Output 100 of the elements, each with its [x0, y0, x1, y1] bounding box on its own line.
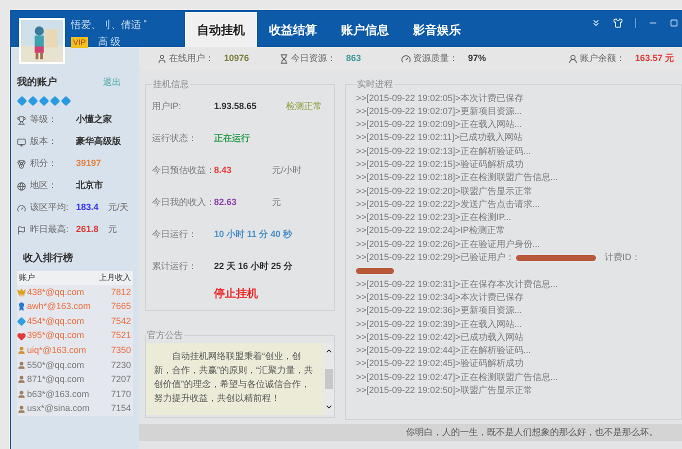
field-value: 82.63 [214, 196, 238, 209]
ranking-title: 收入排行榜 [23, 252, 74, 266]
field-value: 小懂之家 [76, 113, 112, 126]
stat-value: 97% [468, 52, 486, 65]
field-label: 该区平均: [30, 201, 70, 214]
skin-icon[interactable] [613, 18, 623, 28]
field-label: 运行状态： [152, 132, 198, 145]
account-cell-text: uiq*@163.com [27, 344, 88, 357]
tab[interactable]: 账户信息 [329, 12, 401, 47]
field-label: 等级： [30, 113, 58, 126]
flag-icon [17, 226, 26, 234]
gauge-icon [401, 54, 411, 64]
stat-label: 在线用户： [169, 52, 214, 65]
log-line: >>[2015-09-22 19:02:31]>正在保存本次计费信息... [356, 278, 559, 291]
field-value: 10 小时 11 分 40 秒 [214, 228, 292, 241]
log-line: >>[2015-09-22 19:02:39]>正在载入网站... [356, 318, 523, 331]
account-cell-text: 550*@qq.com [27, 358, 86, 372]
stat-value: 863 [346, 52, 362, 65]
income-cell-text: 7154 [110, 402, 132, 416]
account-cell-text: 395*@qq.com [27, 329, 86, 342]
tab[interactable]: 收益结算 [257, 12, 329, 47]
log-line: >>[2015-09-22 19:02:20]>联盟广告显示正常 [356, 184, 534, 198]
stat-label: 资源质量： [413, 52, 458, 65]
rank-icon [17, 360, 26, 370]
income-cell-text: 7521 [110, 329, 132, 342]
column-header: 上月收入 [99, 272, 132, 284]
log-line: >>[2015-09-22 19:02:29]>已验证用户： [356, 251, 514, 264]
scrollbar[interactable] [324, 342, 334, 414]
medal-icon [17, 160, 26, 168]
field-value: 8.43 [214, 164, 233, 177]
field-label: 版本： [30, 135, 58, 148]
logout-link[interactable]: 退出 [103, 76, 121, 90]
ranking-row[interactable]: 871*@qq.com 7207 [17, 372, 133, 388]
field-value: 22 天 16 小时 25 分 [214, 260, 293, 273]
log-line: 计费ID： [604, 251, 640, 264]
globe-icon [17, 182, 26, 190]
unit-label: 元 [272, 196, 281, 209]
gauge-icon [17, 204, 26, 212]
stop-button[interactable]: 停止挂机 [214, 286, 258, 302]
stat-value: 163.57 元 [634, 52, 674, 65]
account-cell-text: 871*@qq.com [27, 373, 86, 386]
dropdown-icon[interactable] [591, 18, 601, 28]
unit-label: 元/小时 [272, 164, 302, 177]
field-label: 地区： [30, 179, 58, 192]
log-line: >>[2015-09-22 19:02:24]>IP检测正常 [356, 224, 506, 238]
log-line: >>[2015-09-22 19:02:45]>验证码解析成功 [356, 357, 524, 370]
user-icon [157, 54, 167, 64]
field-value: 豪华高级版 [76, 135, 121, 148]
account-cell-text: b63*@163.com [27, 388, 90, 401]
ranking-row[interactable]: 550*@qq.com 7230 [17, 358, 133, 373]
ranking-row[interactable]: usx*@sina.com 7154 [17, 402, 133, 416]
field-label: 用户IP: [152, 100, 182, 113]
trophy-icon [17, 116, 26, 124]
account-cell-text: 454*@qq.com [27, 314, 86, 328]
status-note: 检测正常 [286, 100, 322, 113]
rank-icon [17, 390, 26, 399]
rank-icon [17, 375, 26, 384]
ranking-row[interactable]: 395*@qq.com 7521 [17, 328, 133, 344]
ranking-row[interactable]: awh*@163.com 7665 [17, 300, 133, 314]
panel-title: 实时进程 [356, 78, 394, 91]
stat-label: 今日资源： [291, 52, 336, 65]
account-cell-text: usx*@sina.com [27, 402, 91, 416]
field-label: 今日运行： [152, 228, 198, 241]
field-label: 累计运行： [152, 260, 198, 273]
log-line: >>[2015-09-22 19:02:05]>本次计费已保存 [356, 92, 524, 105]
ranking-row[interactable]: b63*@163.com 7170 [17, 387, 133, 402]
field-value: 39197 [76, 157, 102, 170]
ranking-row[interactable]: 454*@qq.com 7542 [17, 314, 133, 329]
ranking-row[interactable]: uiq*@163.com 7350 [17, 343, 133, 358]
monitor-icon [17, 138, 26, 146]
tab[interactable]: 自动挂机 [185, 12, 257, 47]
stat-label: 账户余额： [580, 52, 625, 65]
account-cell-text: 438*@qq.com [27, 286, 86, 299]
income-cell-text: 7350 [110, 344, 132, 357]
income-cell-text: 7207 [110, 373, 132, 386]
log-line: >>[2015-09-22 19:02:47]>正在检测联盟广告信息... [356, 370, 559, 384]
log-line: >>[2015-09-22 19:02:44]>正在解析验证码... [356, 344, 532, 358]
log-line: >>[2015-09-22 19:02:26]>正在验证用户身份... [356, 238, 541, 251]
income-cell-text: 7542 [110, 314, 132, 328]
maximize-icon[interactable] [670, 19, 678, 27]
rank-icon [17, 346, 26, 356]
log-line: >>[2015-09-22 19:02:11]>已成功载入网站 [356, 131, 524, 144]
income-cell-text: 7230 [110, 358, 132, 372]
scroll-thumb[interactable] [325, 368, 333, 388]
log-line: >>[2015-09-22 19:02:36]>更新项目资源... [356, 304, 523, 318]
tab[interactable]: 影音娱乐 [401, 12, 473, 47]
field-label: 积分： [30, 157, 58, 170]
log-line: >>[2015-09-22 19:02:15]>验证码解析成功 [356, 158, 524, 171]
rank-icon [17, 302, 26, 312]
user-level: 高 级 [98, 36, 121, 50]
ranking-row[interactable]: 438*@qq.com 7812 [17, 285, 133, 300]
field-value: 261.8 [76, 223, 100, 236]
income-cell-text: 7665 [110, 300, 132, 314]
account-title: 我的账户 [17, 75, 57, 90]
vip-badge: VIP [71, 37, 88, 48]
rank-icon [17, 404, 26, 414]
redaction-mark [356, 268, 394, 274]
field-label: 昨日最高: [30, 223, 70, 236]
log-line: >>[2015-09-22 19:02:50]>联盟广告显示正常 [356, 384, 534, 398]
column-header: 账户 [18, 272, 36, 284]
